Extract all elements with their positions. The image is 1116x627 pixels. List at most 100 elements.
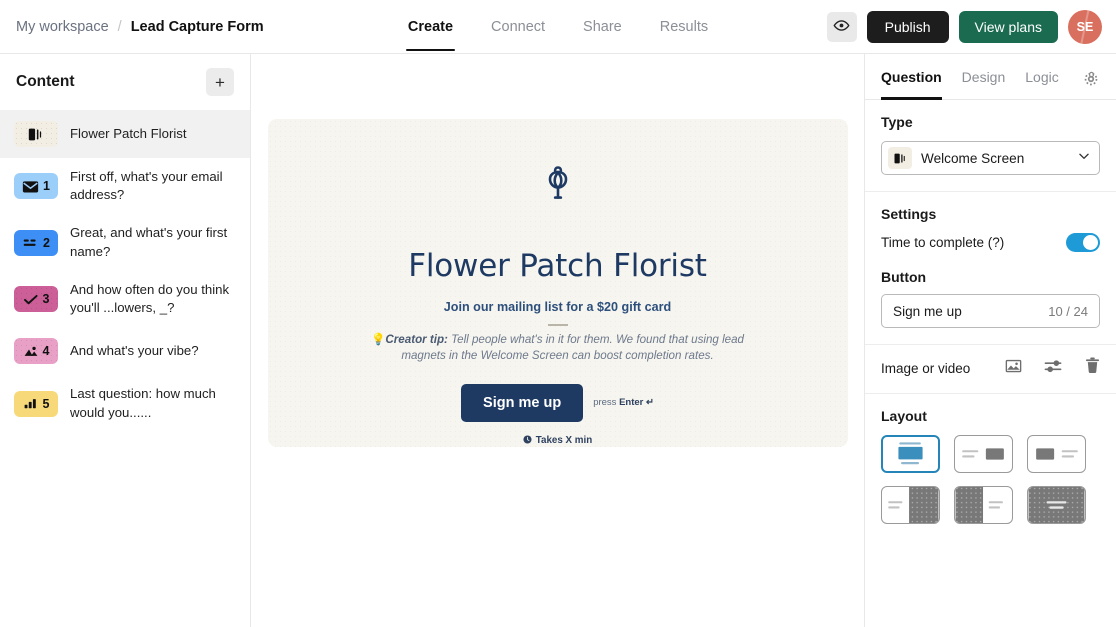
sidebar-header: Content +	[0, 54, 250, 110]
sidebar-item-vibe[interactable]: 4 And what's your vibe?	[0, 327, 250, 375]
sidebar-item-number: 2	[43, 235, 50, 250]
sidebar-item-number: 5	[42, 396, 50, 411]
card-subtitle: Join our mailing list for a $20 gift car…	[443, 300, 672, 314]
sidebar-item-label: Last question: how much would you......	[70, 386, 216, 420]
trash-icon[interactable]	[1085, 357, 1100, 379]
layout-option-text-left-image-right-small[interactable]	[954, 435, 1013, 473]
sidebar-item-price[interactable]: 5 Last question: how much would you.....…	[0, 375, 250, 431]
sidebar-item-frequency[interactable]: 3 And how often do you think you'll ...l…	[0, 271, 250, 327]
button-text-value: Sign me up	[893, 303, 962, 319]
gear-icon[interactable]	[1083, 66, 1100, 87]
layout-grid	[881, 435, 1100, 524]
layout-option-full-background[interactable]	[1027, 486, 1086, 524]
layout-option-image-left-small-text-right[interactable]	[1027, 435, 1086, 473]
breadcrumb-workspace[interactable]: My workspace	[16, 19, 109, 35]
sidebar-item-number: 3	[42, 292, 50, 307]
sliders-icon[interactable]	[1044, 358, 1063, 379]
settings-label: Settings	[881, 206, 937, 222]
tip-divider	[547, 324, 568, 326]
sidebar-item-email[interactable]: 1 First off, what's your email address?	[0, 158, 250, 214]
card-title: Flower Patch Florist	[408, 248, 707, 284]
opinion-scale-icon: 5	[14, 390, 58, 417]
top-header: My workspace / Lead Capture Form Create …	[0, 0, 1116, 54]
media-label: Image or video	[881, 360, 971, 376]
plus-icon: +	[215, 72, 225, 92]
sidebar-item-label: Great, and what's your first name?	[70, 225, 228, 259]
content-list: Flower Patch Florist 1 First off, what's…	[0, 110, 250, 627]
tulip-logo-icon	[539, 161, 577, 210]
layout-option-stacked-center[interactable]	[881, 435, 940, 473]
button-text-input[interactable]: Sign me up 10 / 24	[881, 294, 1100, 328]
publish-button[interactable]: Publish	[866, 10, 949, 43]
settings-section: Settings Time to complete (?) Button Sig…	[865, 192, 1116, 345]
time-to-complete-toggle[interactable]	[1066, 233, 1100, 252]
content-sidebar: Content + Flower Patch Florist 1 First o…	[0, 54, 251, 627]
breadcrumb-form-title[interactable]: Lead Capture Form	[131, 19, 264, 35]
time-to-complete-row: Time to complete (?)	[881, 233, 1100, 252]
media-section: Image or video	[865, 345, 1116, 394]
type-select[interactable]: Welcome Screen	[881, 141, 1100, 175]
sidebar-item-label: And what's your vibe?	[70, 343, 199, 359]
avatar[interactable]: SE	[1068, 9, 1102, 44]
panel-tabs: Question Design Logic	[865, 54, 1116, 100]
layout-option-image-left-half-text-right[interactable]	[954, 486, 1013, 524]
tab-results[interactable]: Results	[658, 4, 710, 50]
breadcrumb-separator: /	[117, 18, 122, 35]
tab-create[interactable]: Create	[405, 4, 456, 51]
layout-section: Layout	[865, 394, 1116, 540]
creator-tip-body: Tell people what's in it for them. We fo…	[401, 332, 745, 362]
sidebar-item-welcome-screen[interactable]: Flower Patch Florist	[0, 110, 250, 158]
press-key: Enter ↵	[619, 397, 654, 409]
tab-connect[interactable]: Connect	[489, 4, 547, 50]
takes-text: Takes X min	[535, 435, 593, 447]
sidebar-item-number: 1	[43, 179, 50, 194]
short-text-icon: 2	[14, 229, 58, 256]
sidebar-item-number: 4	[42, 344, 50, 359]
welcome-screen-icon	[14, 121, 58, 147]
view-plans-button[interactable]: View plans	[958, 10, 1058, 43]
button-label: Button	[881, 269, 927, 285]
image-icon[interactable]	[1005, 358, 1022, 379]
email-icon: 1	[14, 173, 58, 200]
press-enter-hint: press Enter ↵	[593, 397, 654, 408]
creator-tip-lead: Creator tip:	[385, 332, 448, 346]
clock-icon	[523, 435, 532, 447]
tab-share[interactable]: Share	[581, 4, 624, 50]
layout-option-text-left-image-right-half[interactable]	[881, 486, 940, 524]
welcome-screen-card: Flower Patch Florist Join our mailing li…	[267, 119, 848, 447]
type-label: Type	[881, 114, 913, 130]
type-value: Welcome Screen	[921, 150, 1025, 166]
sign-me-up-button[interactable]: Sign me up	[461, 383, 584, 422]
sidebar-item-label: And how often do you think you'll ...low…	[70, 281, 230, 316]
add-content-button[interactable]: +	[206, 68, 234, 96]
button-char-counter: 10 / 24	[1048, 303, 1088, 319]
press-prefix: press	[593, 397, 620, 409]
tab-question[interactable]: Question	[881, 54, 942, 100]
sidebar-title: Content	[16, 73, 75, 90]
sidebar-item-first-name[interactable]: 2 Great, and what's your first name?	[0, 214, 250, 270]
lightbulb-icon: 💡	[370, 332, 386, 346]
creator-tip: 💡Creator tip: Tell people what's in it f…	[348, 332, 768, 364]
cta-row: Sign me up press Enter ↵	[461, 383, 654, 422]
tab-logic[interactable]: Logic	[1025, 54, 1058, 100]
sidebar-item-label: First off, what's your email address?	[70, 169, 223, 203]
main-body: Content + Flower Patch Florist 1 First o…	[0, 54, 1116, 627]
picture-choice-icon: 4	[14, 338, 58, 365]
layout-label: Layout	[881, 408, 927, 424]
sidebar-item-label: Flower Patch Florist	[70, 125, 187, 141]
eye-icon	[833, 17, 850, 37]
tab-design[interactable]: Design	[962, 54, 1006, 100]
welcome-screen-icon	[888, 147, 912, 169]
multiple-choice-icon: 3	[14, 286, 58, 313]
form-preview-canvas: Flower Patch Florist Join our mailing li…	[251, 54, 864, 627]
chevron-down-icon	[1077, 149, 1091, 168]
header-actions: Publish View plans SE	[826, 9, 1102, 44]
app-root: My workspace / Lead Capture Form Create …	[0, 0, 1116, 627]
preview-button[interactable]	[826, 11, 857, 42]
type-section: Type Welcome Screen	[865, 100, 1116, 192]
question-settings-panel: Question Design Logic Type Welcome Scree…	[864, 54, 1116, 627]
breadcrumb: My workspace / Lead Capture Form	[16, 19, 264, 35]
avatar-initials: SE	[1076, 19, 1094, 34]
takes-time-label: Takes X min	[523, 435, 592, 447]
time-to-complete-label: Time to complete (?)	[881, 235, 1005, 250]
